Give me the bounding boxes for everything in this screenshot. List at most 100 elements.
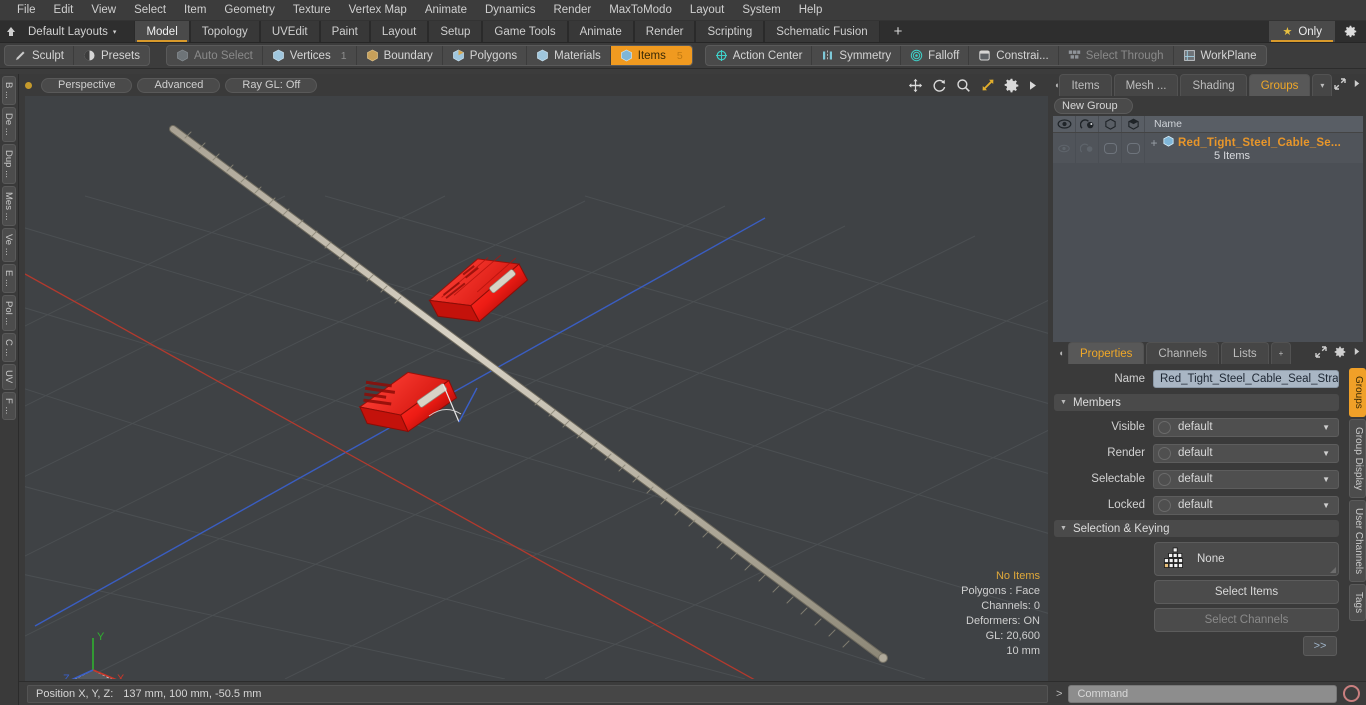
arrow-right-icon[interactable] (1353, 78, 1361, 92)
menu-item-geometry[interactable]: Geometry (215, 2, 284, 18)
gear-icon[interactable] (1335, 21, 1366, 42)
viewport-projection-selector[interactable]: Perspective (41, 77, 133, 93)
vtab-tags[interactable]: Tags (1349, 584, 1366, 622)
menu-item-file[interactable]: File (8, 2, 45, 18)
left-rail-tab-mesh[interactable]: Mes ... (2, 185, 16, 227)
add-properties-tab[interactable]: + (1270, 342, 1292, 364)
visible-dropdown[interactable]: default ▼ (1153, 417, 1339, 437)
tab-topology[interactable]: Topology (189, 21, 260, 42)
vtab-group-display[interactable]: Group Display (1349, 418, 1366, 499)
arrow-right-icon[interactable] (1353, 346, 1361, 360)
tab-properties[interactable]: Properties (1068, 342, 1145, 364)
members-section-header[interactable]: ▼ Members (1054, 394, 1339, 411)
select-through-button[interactable]: Select Through (1059, 46, 1174, 65)
play-icon[interactable] (1028, 78, 1038, 93)
constraint-button[interactable]: Constrai... (969, 46, 1059, 65)
properties-menu-icon[interactable]: ◖ (1054, 342, 1068, 364)
vtab-user-channels[interactable]: User Channels (1349, 500, 1366, 583)
gear-icon[interactable] (1004, 78, 1019, 93)
row-render-icon[interactable] (1076, 133, 1099, 163)
menu-item-system[interactable]: System (733, 2, 789, 18)
tab-scripting[interactable]: Scripting (695, 21, 765, 42)
row-shaded-toggle[interactable] (1122, 133, 1145, 163)
selection-keying-section-header[interactable]: ▼ Selection & Keying (1054, 520, 1339, 537)
groups-tree[interactable]: Name + Red_Tight_Steel_Cable_Se... 5 Ite… (1053, 116, 1363, 342)
menu-item-select[interactable]: Select (125, 2, 175, 18)
command-input[interactable]: Command (1068, 684, 1337, 703)
polygons-button[interactable]: Polygons (443, 46, 528, 65)
add-tab-button[interactable]: + (880, 21, 917, 42)
render-dropdown[interactable]: default ▼ (1153, 443, 1339, 463)
symmetry-button[interactable]: Symmetry (812, 46, 902, 65)
left-rail-tab-polygon[interactable]: Pol ... (2, 294, 16, 331)
groups-tree-empty-area[interactable] (1053, 163, 1363, 342)
menu-item-item[interactable]: Item (175, 2, 215, 18)
action-center-button[interactable]: Action Center (706, 46, 813, 65)
panel-tab-groups[interactable]: Groups (1248, 74, 1311, 96)
left-rail-tab-edge[interactable]: E ... (2, 263, 16, 293)
tab-setup[interactable]: Setup (428, 21, 483, 42)
rotate-icon[interactable] (932, 78, 947, 93)
workplane-button[interactable]: WorkPlane (1174, 46, 1266, 65)
left-rail-tab-duplicate[interactable]: Dup ... (2, 143, 16, 184)
panel-tab-items[interactable]: Items (1059, 74, 1112, 96)
left-rail-tab-vertex[interactable]: Ve ... (2, 228, 16, 262)
viewport-shading-selector[interactable]: Advanced (137, 77, 221, 93)
left-rail-tab-curve[interactable]: C ... (2, 332, 16, 363)
select-items-button[interactable]: Select Items (1154, 580, 1339, 604)
menu-item-dynamics[interactable]: Dynamics (476, 2, 544, 18)
vtab-groups[interactable]: Groups (1349, 368, 1366, 417)
render-icon[interactable] (1076, 116, 1099, 132)
gear-icon[interactable] (1334, 346, 1346, 361)
locked-dropdown[interactable]: default ▼ (1153, 495, 1339, 515)
chevron-down-icon[interactable]: ▾ (1312, 74, 1333, 96)
left-rail-tab-uv[interactable]: UV (2, 364, 16, 390)
auto-select-button[interactable]: Auto Select (167, 46, 263, 65)
menu-item-layout[interactable]: Layout (681, 2, 734, 18)
menu-item-help[interactable]: Help (790, 2, 832, 18)
expand-icon[interactable] (1315, 345, 1327, 361)
menu-item-vertex-map[interactable]: Vertex Map (340, 2, 416, 18)
row-wireframe-toggle[interactable] (1099, 133, 1122, 163)
menu-item-animate[interactable]: Animate (416, 2, 476, 18)
shaded-icon[interactable] (1122, 116, 1145, 132)
more-options-button[interactable]: >> (1303, 636, 1337, 656)
record-icon[interactable] (1343, 685, 1360, 702)
tab-uvedit[interactable]: UVEdit (259, 21, 320, 42)
left-rail-tab-fusion[interactable]: F ... (2, 391, 16, 420)
menu-item-render[interactable]: Render (544, 2, 600, 18)
menu-item-edit[interactable]: Edit (45, 2, 83, 18)
tab-channels[interactable]: Channels (1146, 342, 1220, 364)
table-row[interactable]: + Red_Tight_Steel_Cable_Se... 5 Items (1053, 133, 1363, 163)
left-rail-tab-deform[interactable]: De ... (2, 106, 16, 142)
name-input[interactable]: Red_Tight_Steel_Cable_Seal_Stra (1153, 370, 1339, 388)
layout-preset-selector[interactable]: Default Layouts ▾ (22, 21, 126, 42)
tab-layout[interactable]: Layout (369, 21, 429, 42)
vertices-button[interactable]: Vertices 1 (263, 46, 357, 65)
materials-button[interactable]: Materials (527, 46, 611, 65)
left-rail-tab-basic[interactable]: B ... (2, 76, 16, 105)
tab-lists[interactable]: Lists (1221, 342, 1269, 364)
viewport-menu-dot[interactable] (25, 81, 32, 89)
3d-viewport[interactable]: Y X Z No Items Polygons : Face Channels:… (25, 96, 1048, 681)
tab-animate[interactable]: Animate (567, 21, 634, 42)
panel-tab-mesh[interactable]: Mesh ... (1113, 74, 1179, 96)
tab-model[interactable]: Model (134, 21, 190, 42)
menu-item-texture[interactable]: Texture (284, 2, 340, 18)
row-eye-icon[interactable] (1053, 133, 1076, 163)
menu-item-maxtomodo[interactable]: MaxToModo (600, 2, 681, 18)
wireframe-icon[interactable] (1099, 116, 1122, 132)
expand-icon[interactable] (1334, 77, 1347, 93)
home-icon[interactable] (0, 21, 22, 42)
move-icon[interactable] (908, 78, 923, 93)
position-readout[interactable]: Position X, Y, Z: 137 mm, 100 mm, -50.5 … (27, 684, 1048, 703)
presets-button[interactable]: Presets (74, 46, 149, 65)
boundary-button[interactable]: Boundary (357, 46, 443, 65)
eye-icon[interactable] (1053, 116, 1076, 132)
tab-game-tools[interactable]: Game Tools (482, 21, 568, 42)
sculpt-button[interactable]: Sculpt (5, 46, 74, 65)
menu-item-view[interactable]: View (82, 2, 125, 18)
tab-schematic-fusion[interactable]: Schematic Fusion (764, 21, 880, 42)
panel-tab-shading[interactable]: Shading (1180, 74, 1247, 96)
selection-set-picker[interactable]: None (1154, 542, 1339, 576)
